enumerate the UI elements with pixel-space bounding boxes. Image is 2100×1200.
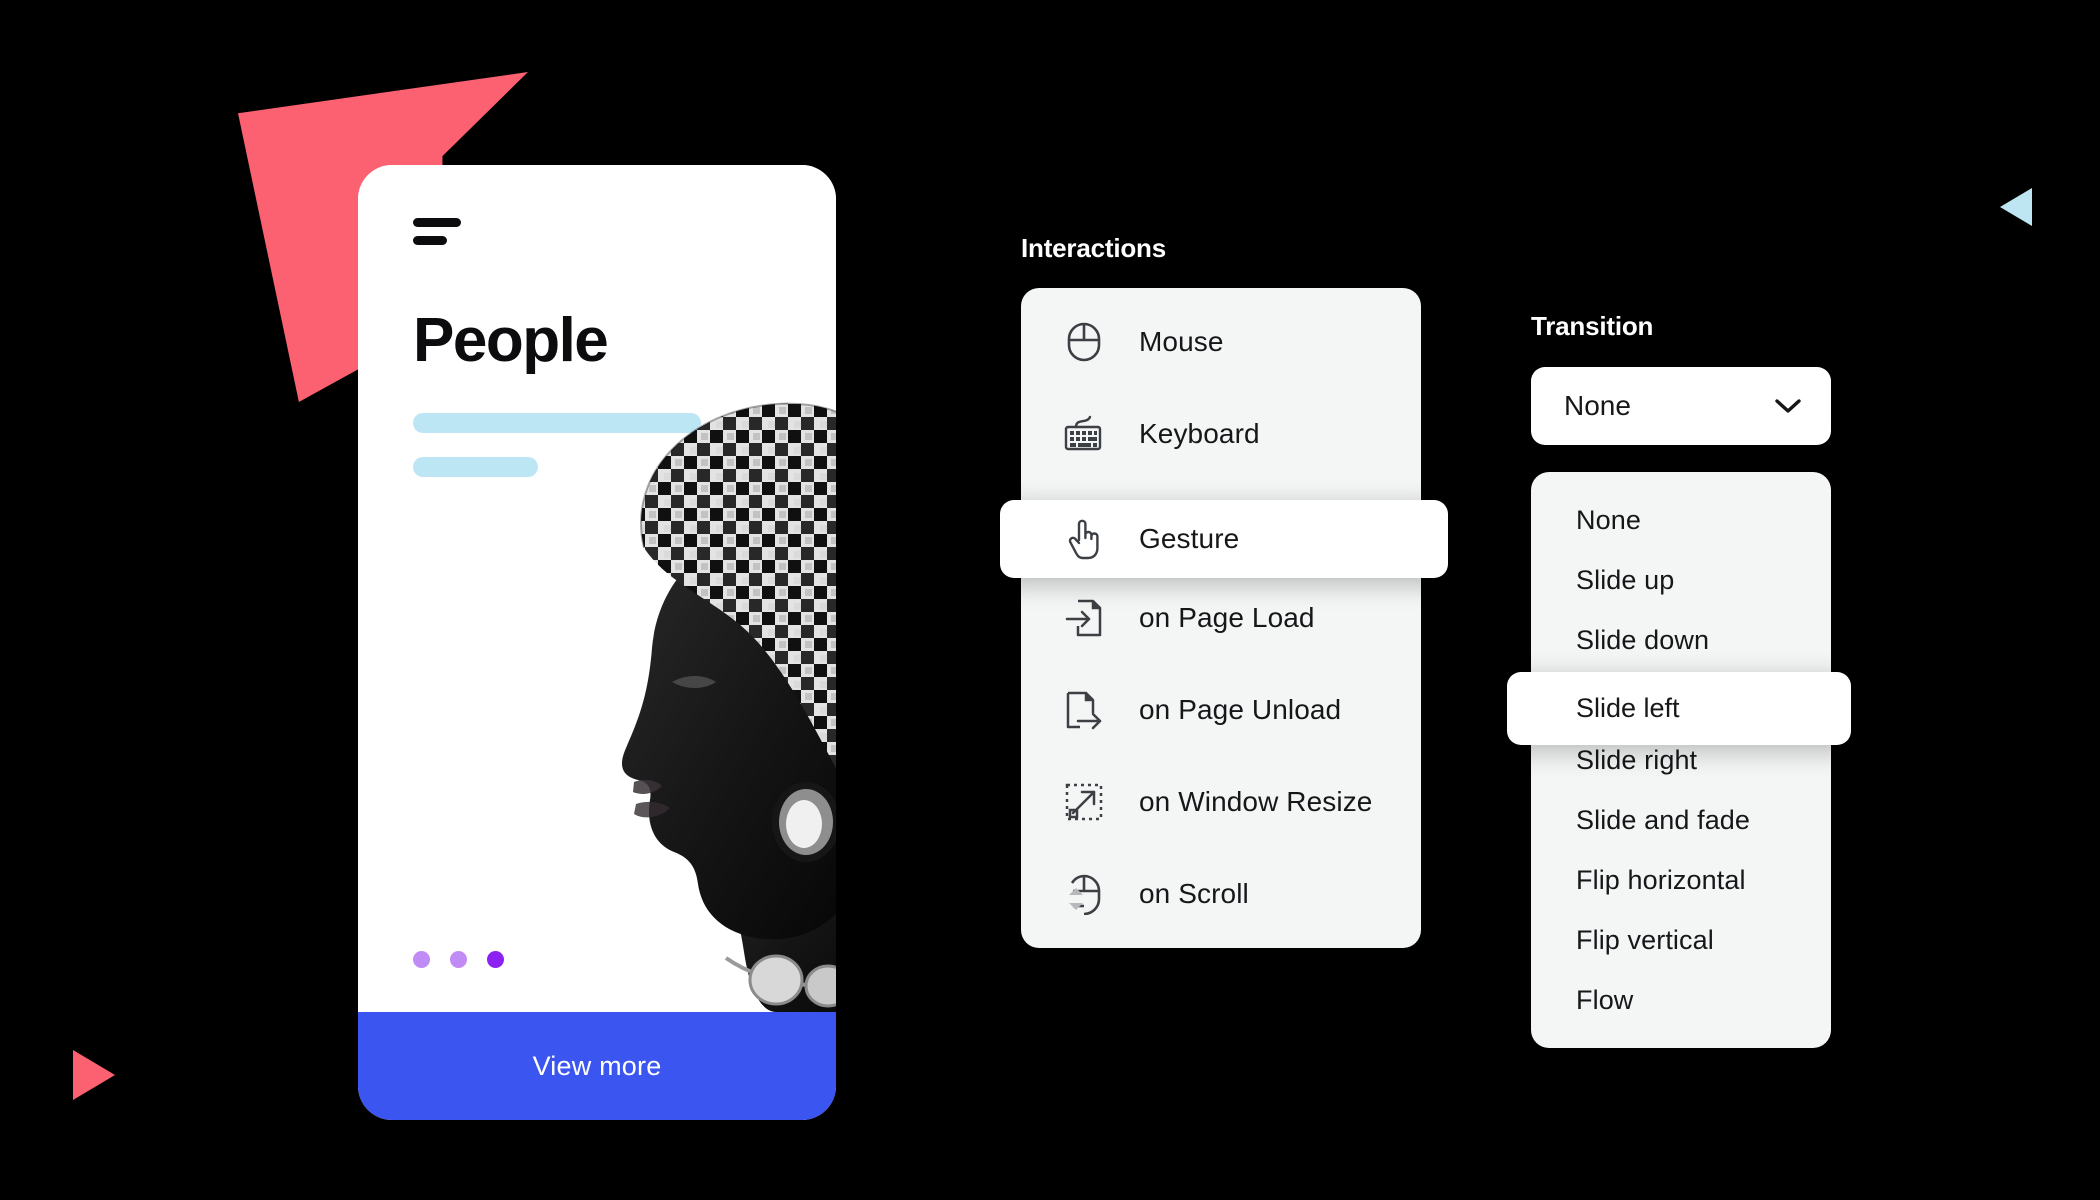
- interaction-item-on-page-unload[interactable]: on Page Unload: [1021, 664, 1421, 756]
- pagination-dot[interactable]: [413, 951, 430, 968]
- transition-select-value: None: [1564, 390, 1631, 421]
- canvas: People View more Interactions Mouse Keyb…: [0, 0, 2100, 1200]
- interaction-item-label: on Page Unload: [1139, 694, 1342, 725]
- transition-option-slide-down[interactable]: Slide down: [1531, 610, 1831, 670]
- phone-screen: People: [358, 165, 836, 1012]
- interaction-item-on-scroll[interactable]: on Scroll: [1021, 848, 1421, 940]
- portrait-photo: [476, 352, 836, 1012]
- transition-options-list: None Slide up Slide down Slide right Sli…: [1531, 472, 1831, 1048]
- chevron-down-icon: [1775, 398, 1801, 414]
- transition-option-slide-and-fade[interactable]: Slide and fade: [1531, 790, 1831, 850]
- mouse-scroll-icon: [1063, 873, 1105, 915]
- interaction-item-on-page-load[interactable]: on Page Load: [1021, 572, 1421, 664]
- interaction-item-label: Mouse: [1139, 326, 1224, 357]
- mouse-icon: [1063, 321, 1105, 363]
- phone-mockup: People View more: [358, 165, 836, 1120]
- interaction-item-label: on Page Load: [1139, 602, 1315, 633]
- decor-triangle-cyan: [2000, 188, 2032, 226]
- transition-select[interactable]: None: [1531, 367, 1831, 445]
- pagination-dot[interactable]: [450, 951, 467, 968]
- pointing-hand-icon: [1063, 518, 1105, 560]
- hamburger-icon[interactable]: [413, 218, 461, 248]
- interaction-item-keyboard[interactable]: Keyboard: [1021, 388, 1421, 480]
- interaction-item-mouse[interactable]: Mouse: [1021, 296, 1421, 388]
- transition-heading: Transition: [1531, 311, 1654, 341]
- transition-option-slide-left-selected[interactable]: Slide left: [1507, 672, 1851, 745]
- transition-option-none[interactable]: None: [1531, 490, 1831, 550]
- interaction-item-label: Keyboard: [1139, 418, 1260, 449]
- pagination-dot-active[interactable]: [487, 951, 504, 968]
- view-more-button[interactable]: View more: [358, 1012, 836, 1120]
- interaction-item-label: on Scroll: [1139, 878, 1249, 909]
- transition-option-flow[interactable]: Flow: [1531, 970, 1831, 1030]
- transition-option-flip-horizontal[interactable]: Flip horizontal: [1531, 850, 1831, 910]
- page-unload-icon: [1063, 689, 1105, 731]
- transition-option-flip-vertical[interactable]: Flip vertical: [1531, 910, 1831, 970]
- transition-option-slide-up[interactable]: Slide up: [1531, 550, 1831, 610]
- interaction-item-label: Gesture: [1139, 523, 1240, 554]
- pagination-dots[interactable]: [413, 951, 504, 968]
- interactions-list: Mouse Keyboard on Page Load on Page Unlo…: [1021, 288, 1421, 948]
- interaction-item-label: on Window Resize: [1139, 786, 1373, 817]
- interaction-item-on-window-resize[interactable]: on Window Resize: [1021, 756, 1421, 848]
- window-resize-icon: [1063, 781, 1105, 823]
- keyboard-icon: [1063, 413, 1105, 455]
- page-load-icon: [1063, 597, 1105, 639]
- interactions-heading: Interactions: [1021, 233, 1166, 263]
- decor-triangle-pink-small: [73, 1050, 115, 1100]
- interaction-item-gesture-selected[interactable]: Gesture: [1000, 500, 1448, 578]
